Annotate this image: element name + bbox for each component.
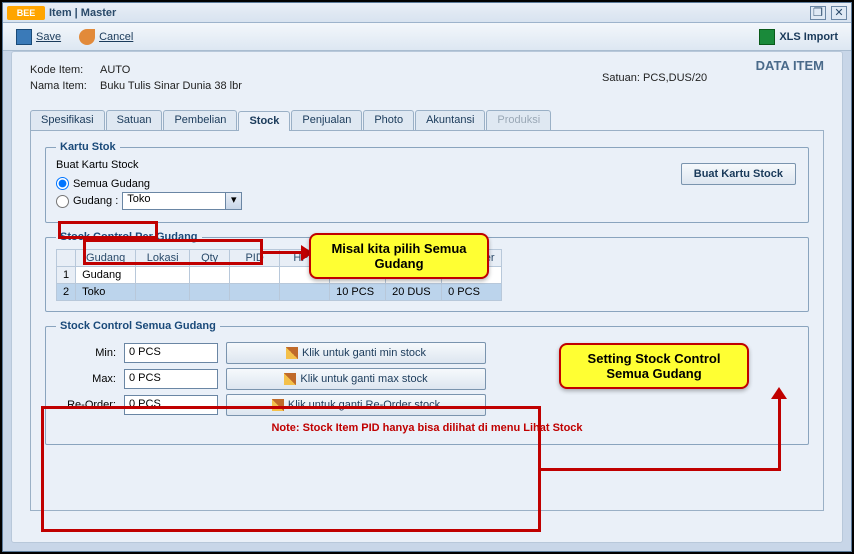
- col-qty: Qty: [190, 250, 230, 267]
- xls-icon: [759, 29, 775, 45]
- pencil-icon: [284, 373, 296, 385]
- chevron-down-icon: ▾: [225, 193, 241, 209]
- annotation-arrowhead: [771, 387, 787, 399]
- tab-stock[interactable]: Stock: [238, 111, 290, 131]
- tab-penjualan[interactable]: Penjualan: [291, 110, 362, 130]
- pencil-icon: [286, 347, 298, 359]
- radio-gudang[interactable]: [56, 195, 69, 208]
- tab-photo[interactable]: Photo: [363, 110, 414, 130]
- kartu-stok-group: Kartu Stok Buat Kartu Stock Buat Kartu S…: [45, 141, 809, 223]
- tab-satuan[interactable]: Satuan: [106, 110, 163, 130]
- cancel-icon: [79, 29, 95, 45]
- minimize-restore-icon[interactable]: ❐: [810, 6, 826, 20]
- annotation-callout-1: Misal kita pilih Semua Gudang: [309, 233, 489, 279]
- table-row[interactable]: 2 Toko 10 PCS 20 DUS 0 PCS: [57, 284, 502, 301]
- close-icon[interactable]: ✕: [831, 6, 847, 20]
- tab-pembelian[interactable]: Pembelian: [163, 110, 237, 130]
- tab-spesifikasi[interactable]: Spesifikasi: [30, 110, 105, 130]
- max-label: Max:: [56, 373, 116, 385]
- gudang-combo[interactable]: Toko ▾: [122, 192, 242, 210]
- window-title: Item | Master: [49, 7, 808, 19]
- radio-semua-gudang-label: Semua Gudang: [73, 178, 150, 190]
- tabs: Spesifikasi Satuan Pembelian Stock Penju…: [30, 110, 824, 131]
- radio-semua-gudang[interactable]: [56, 177, 69, 190]
- xls-import-button[interactable]: XLS Import: [752, 26, 845, 48]
- satuan-label: Satuan:: [602, 72, 640, 84]
- radio-gudang-label: Gudang :: [73, 195, 118, 207]
- kode-item-value: AUTO: [100, 64, 130, 76]
- tab-page-stock: Kartu Stok Buat Kartu Stock Buat Kartu S…: [30, 131, 824, 511]
- annotation-arrow: [541, 468, 781, 471]
- stock-control-semua-gudang-legend: Stock Control Semua Gudang: [56, 320, 220, 332]
- reorder-label: Re-Order:: [56, 399, 116, 411]
- col-lokasi: Lokasi: [136, 250, 190, 267]
- pid-note: Note: Stock Item PID hanya bisa dilihat …: [56, 422, 798, 434]
- save-button[interactable]: Save: [9, 26, 68, 48]
- change-reorder-button[interactable]: Klik untuk ganti Re-Order stock: [226, 394, 486, 416]
- nama-item-value: Buku Tulis Sinar Dunia 38 lbr: [100, 80, 242, 92]
- window-buttons: ❐ ✕: [808, 6, 847, 20]
- tab-akuntansi[interactable]: Akuntansi: [415, 110, 485, 130]
- cancel-button[interactable]: Cancel: [72, 26, 140, 48]
- app-window: BEE Item | Master ❐ ✕ Save Cancel XLS Im…: [2, 2, 852, 552]
- min-label: Min:: [56, 347, 116, 359]
- max-input[interactable]: 0 PCS: [124, 369, 218, 389]
- annotation-arrow: [263, 251, 303, 254]
- gudang-combo-value: Toko: [123, 192, 154, 206]
- col-gudang: Gudang: [76, 250, 136, 267]
- annotation-callout-2: Setting Stock Control Semua Gudang: [559, 343, 749, 389]
- stock-control-per-gudang-legend: Stock Control Per Gudang: [56, 231, 202, 243]
- change-max-button[interactable]: Klik untuk ganti max stock: [226, 368, 486, 390]
- buat-kartu-stock-button[interactable]: Buat Kartu Stock: [681, 163, 796, 185]
- app-logo-icon: BEE: [7, 6, 45, 20]
- save-icon: [16, 29, 32, 45]
- data-item-heading: DATA ITEM: [756, 58, 824, 73]
- nama-item-label: Nama Item:: [30, 80, 94, 92]
- min-input[interactable]: 0 PCS: [124, 343, 218, 363]
- annotation-arrow: [778, 398, 781, 471]
- tab-produksi: Produksi: [486, 110, 551, 130]
- pencil-icon: [272, 399, 284, 411]
- change-min-button[interactable]: Klik untuk ganti min stock: [226, 342, 486, 364]
- titlebar: BEE Item | Master ❐ ✕: [3, 3, 851, 23]
- reorder-input[interactable]: 0 PCS: [124, 395, 218, 415]
- kartu-stok-legend: Kartu Stok: [56, 141, 120, 153]
- toolbar: Save Cancel XLS Import: [3, 23, 851, 51]
- satuan-value: PCS,DUS/20: [643, 72, 707, 84]
- kode-item-label: Kode Item:: [30, 64, 94, 76]
